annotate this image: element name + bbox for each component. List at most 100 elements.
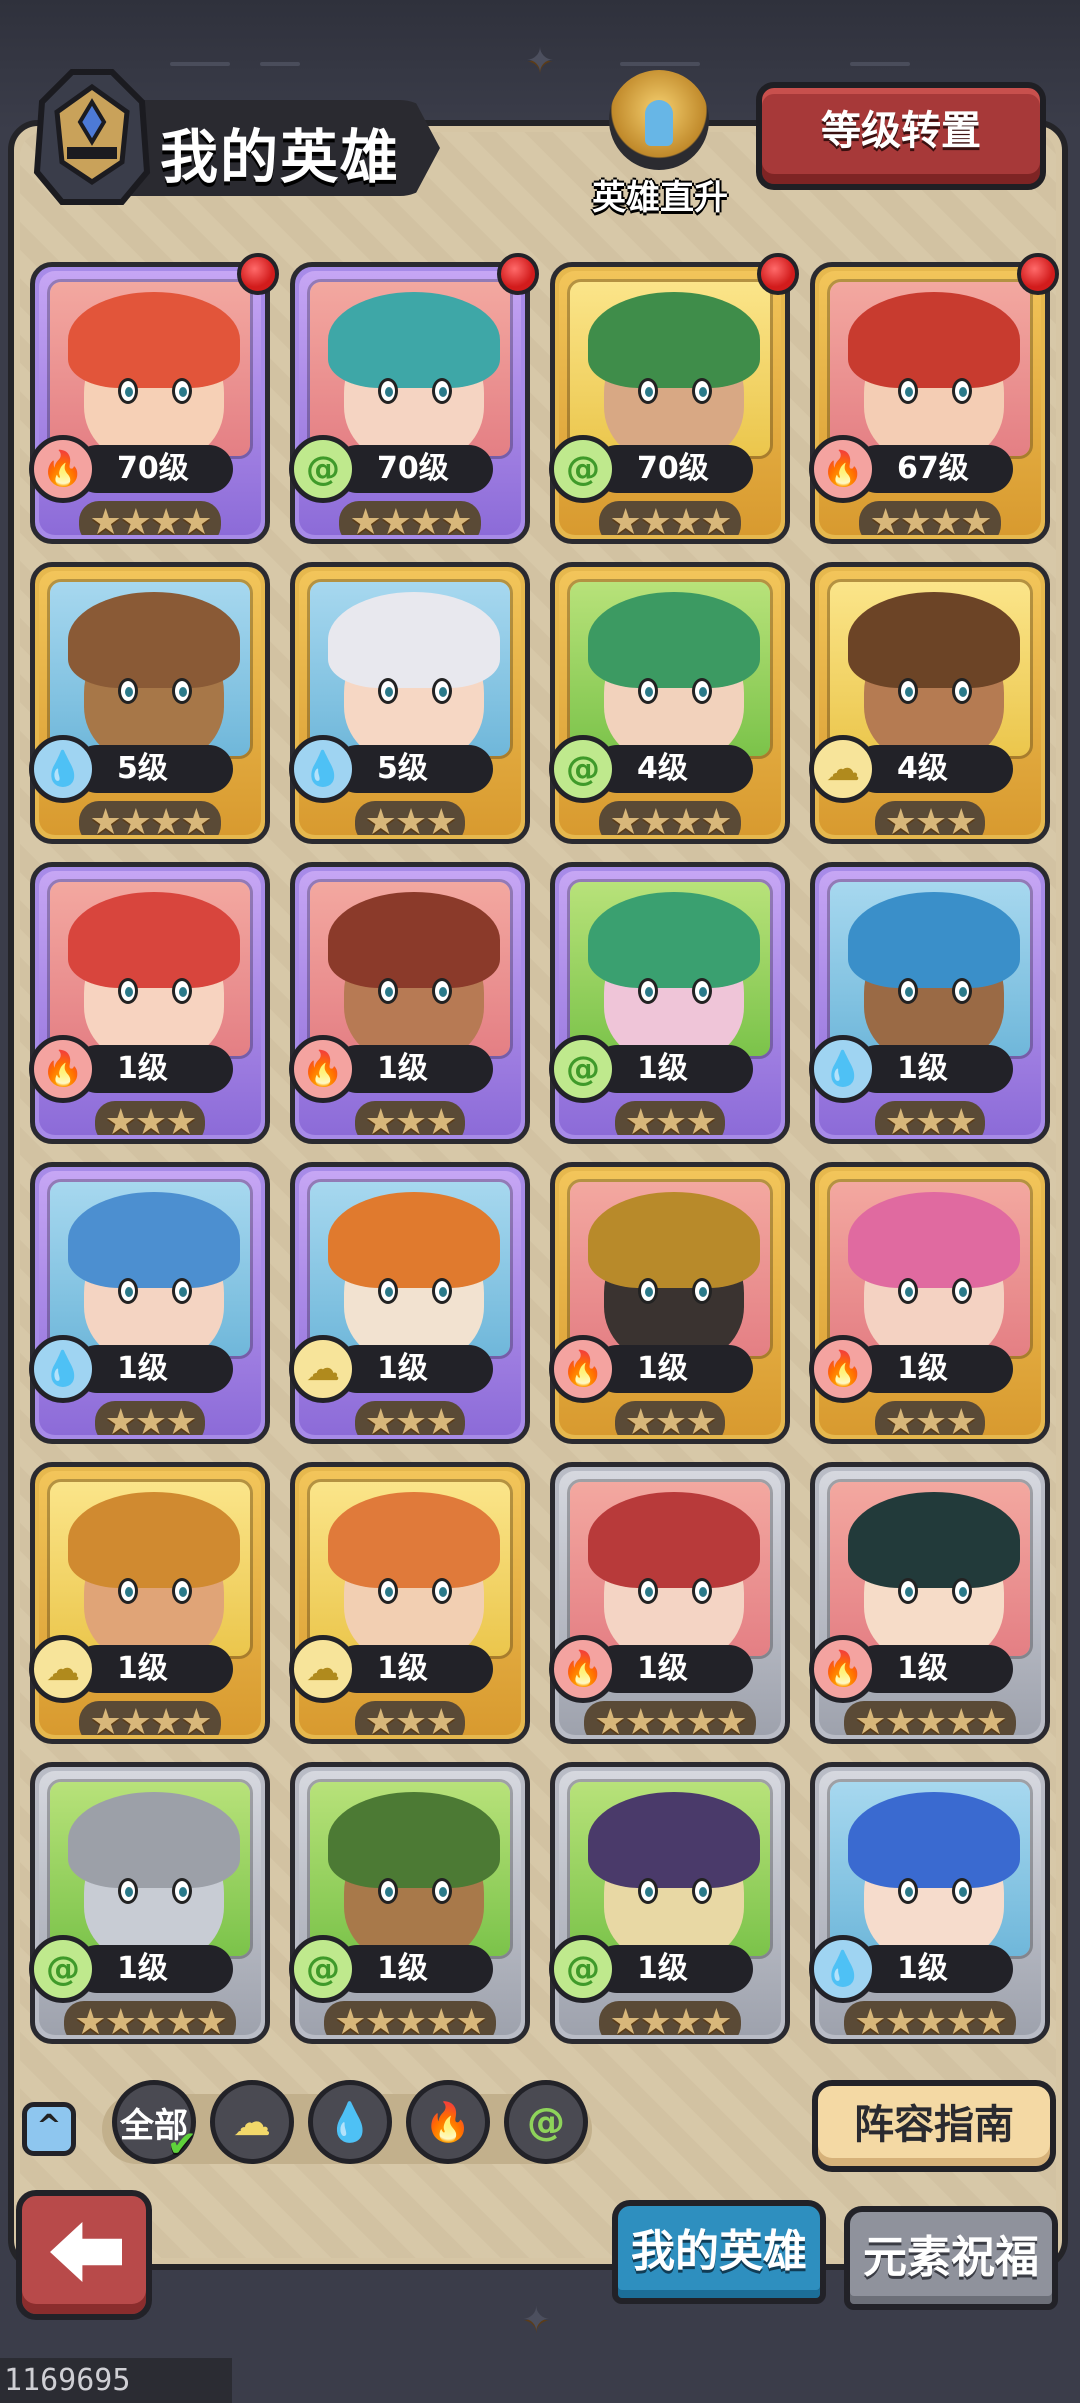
wind-element-icon: @ [289, 435, 357, 503]
hero-card[interactable]: ★★★★ 5级 💧 [29, 562, 270, 844]
star-icon: ★ [104, 1102, 137, 1135]
star-icon: ★ [364, 1102, 397, 1135]
hero-card[interactable]: ★★★★★ 1级 @ [29, 1762, 270, 2044]
hero-level-label: 1级 [853, 1345, 1013, 1393]
hero-card[interactable]: ★★★ 1级 🔥 [289, 862, 530, 1144]
hero-card[interactable]: ★★★★ 70级 @ [289, 253, 539, 544]
star-icon: ★ [134, 1102, 167, 1135]
level-transfer-button[interactable]: 等级转置 [756, 82, 1046, 190]
hero-rise-label: 英雄直升 [592, 178, 728, 218]
hero-card[interactable]: ★★★★ 1级 @ [549, 1762, 790, 2044]
star-icon: ★ [379, 502, 412, 535]
notification-dot [757, 253, 799, 295]
star-icon: ★ [930, 502, 962, 535]
hero-card[interactable]: ★★★ 1级 💧 [29, 1162, 270, 1444]
hero-portrait [827, 279, 1033, 459]
hero-rise-button[interactable]: 英雄直升 [585, 70, 735, 220]
star-icon: ★ [150, 502, 182, 535]
hero-card[interactable]: ★★★ 1级 ☁ [289, 1162, 530, 1444]
star-rating: ★★★★ [39, 1701, 261, 1735]
star-icon: ★ [945, 802, 977, 835]
notification-dot [497, 253, 539, 295]
hero-portrait [827, 579, 1033, 759]
hero-card[interactable]: ★★★★★ 1级 💧 [809, 1762, 1050, 2044]
hero-portrait [307, 279, 513, 459]
star-icon: ★ [394, 1702, 427, 1735]
star-rating: ★★★★★ [819, 1701, 1041, 1735]
filter-all-chip[interactable]: 全部 ✔ [112, 2080, 197, 2165]
star-icon: ★ [854, 1702, 886, 1735]
hero-card[interactable]: ★★★ 1级 @ [549, 862, 790, 1144]
star-icon: ★ [685, 1102, 717, 1135]
star-icon: ★ [945, 1702, 977, 1735]
hero-card[interactable]: ★★★ 1级 💧 [809, 862, 1050, 1144]
hero-card[interactable]: ★★★★ 67级 🔥 [809, 253, 1059, 544]
back-button[interactable] [16, 2190, 152, 2320]
star-icon: ★ [334, 2002, 366, 2035]
star-rating: ★★★ [39, 1101, 261, 1135]
water-element-icon: 💧 [29, 735, 97, 803]
hero-portrait [567, 279, 773, 459]
tab-element-blessing[interactable]: 元素祝福 [844, 2206, 1058, 2310]
collapse-up-icon[interactable]: ^ [22, 2102, 76, 2156]
earth-element-icon: ☁ [29, 1635, 97, 1703]
hero-card[interactable]: ★★★★ 4级 @ [549, 562, 790, 844]
hero-level-label: 1级 [593, 1345, 753, 1393]
star-icon: ★ [945, 1402, 977, 1435]
hero-card[interactable]: ★★★ 4级 ☁ [809, 562, 1050, 844]
star-icon: ★ [119, 802, 152, 835]
star-icon: ★ [74, 2002, 106, 2035]
filter-fire-chip[interactable]: 🔥 [406, 2080, 490, 2164]
star-icon: ★ [914, 2002, 947, 2035]
earth-element-icon: ☁ [809, 735, 877, 803]
star-icon: ★ [165, 2002, 197, 2035]
star-icon: ★ [364, 1702, 397, 1735]
lineup-guide-button[interactable]: 阵容指南 [812, 2080, 1056, 2172]
hero-card[interactable]: ★★★★ 70级 @ [549, 253, 799, 544]
star-icon: ★ [394, 1102, 427, 1135]
star-rating: ★★★★ [39, 501, 261, 535]
filter-earth-chip[interactable]: ☁ [210, 2080, 294, 2164]
hero-portrait [47, 1179, 253, 1359]
hero-level-label: 5级 [333, 745, 493, 793]
star-icon: ★ [364, 2002, 397, 2035]
star-icon: ★ [165, 1102, 197, 1135]
hero-card[interactable]: ★★★ 5级 💧 [289, 562, 530, 844]
filter-water-chip[interactable]: 💧 [308, 2080, 392, 2164]
hero-card[interactable]: ★★★ 1级 🔥 [809, 1162, 1050, 1444]
water-element-icon: 💧 [326, 2099, 374, 2144]
star-rating: ★★★ [299, 1701, 521, 1735]
fire-element-icon: 🔥 [29, 435, 97, 503]
hero-portrait [567, 1779, 773, 1959]
star-rating: ★★★★★ [299, 2001, 521, 2035]
hero-card[interactable]: ★★★★ 70级 🔥 [29, 253, 279, 544]
check-icon: ✔ [166, 2124, 197, 2165]
hero-portrait [827, 1179, 1033, 1359]
hero-card[interactable]: ★★★ 1级 🔥 [29, 862, 270, 1144]
hero-card[interactable]: ★★★★★ 1级 🔥 [809, 1462, 1050, 1744]
wind-element-icon: @ [527, 2100, 565, 2144]
filter-wind-chip[interactable]: @ [504, 2080, 588, 2164]
earth-element-icon: ☁ [289, 1635, 357, 1703]
hero-card[interactable]: ★★★ 1级 🔥 [549, 1162, 790, 1444]
star-icon: ★ [884, 802, 917, 835]
star-icon: ★ [180, 502, 212, 535]
hero-card[interactable]: ★★★ 1级 ☁ [289, 1462, 530, 1744]
hero-portrait [567, 1479, 773, 1659]
hero-level-label: 70级 [333, 445, 493, 493]
star-icon: ★ [394, 2002, 427, 2035]
fire-element-icon: 🔥 [424, 2099, 472, 2144]
helmet-icon [33, 69, 151, 205]
hero-card[interactable]: ★★★★ 1级 ☁ [29, 1462, 270, 1744]
hero-level-label: 1级 [853, 1645, 1013, 1693]
star-icon: ★ [854, 2002, 886, 2035]
hero-level-label: 1级 [73, 1045, 233, 1093]
tab-my-heroes[interactable]: 我的英雄 [612, 2200, 826, 2304]
star-icon: ★ [89, 1702, 121, 1735]
star-rating: ★★★★★ [559, 1701, 781, 1735]
fire-element-icon: 🔥 [549, 1635, 617, 1703]
hero-card[interactable]: ★★★★★ 1级 @ [289, 1762, 530, 2044]
star-icon: ★ [394, 802, 427, 835]
hero-card[interactable]: ★★★★★ 1级 🔥 [549, 1462, 790, 1744]
star-icon: ★ [425, 1702, 457, 1735]
